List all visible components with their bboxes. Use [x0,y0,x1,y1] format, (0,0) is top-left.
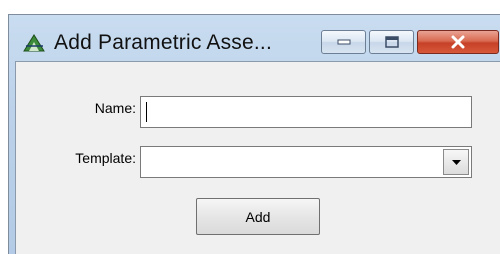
close-button[interactable] [417,30,499,54]
window-title: Add Parametric Asse... [54,31,272,54]
dropdown-button[interactable] [443,149,469,175]
app-icon [23,34,45,52]
text-caret [146,102,147,122]
close-icon [451,35,465,49]
chevron-down-icon [452,160,461,165]
dialog-window: Add Parametric Asse... Name: Template: A… [8,14,500,254]
template-label: Template: [75,150,136,166]
name-input[interactable] [140,96,472,128]
add-button[interactable]: Add [196,198,320,235]
minimize-button[interactable] [321,30,366,54]
dialog-content: Name: Template: Add [15,61,500,254]
maximize-icon [384,36,399,48]
template-select[interactable] [140,146,472,178]
name-label: Name: [94,100,136,116]
minimize-icon [337,39,350,45]
title-bar[interactable]: Add Parametric Asse... [9,15,500,61]
maximize-button[interactable] [369,30,414,54]
